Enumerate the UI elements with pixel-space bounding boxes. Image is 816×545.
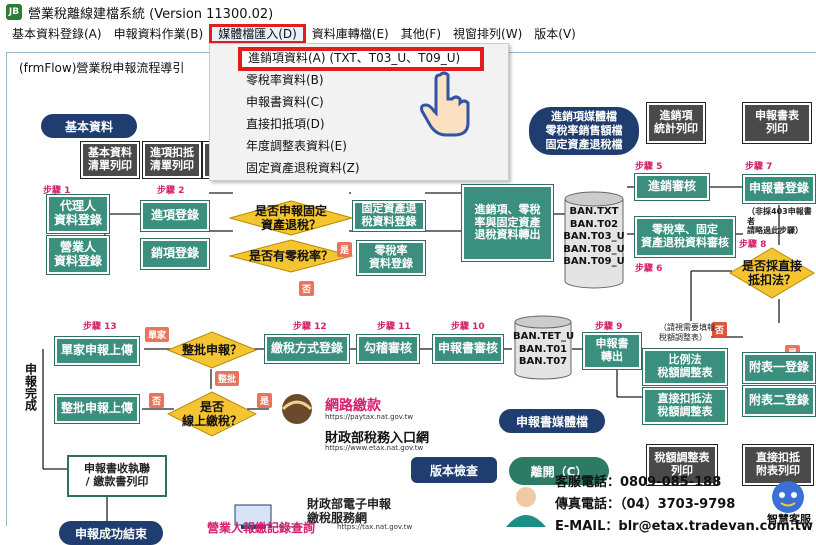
hand-pointer-icon — [418, 69, 478, 139]
done-header: 申報成功結束 — [59, 521, 163, 545]
menu-window-arrange[interactable]: 視窗排列(W) — [447, 24, 528, 44]
report-out-button[interactable]: 申報書 轉出 — [583, 333, 641, 369]
ratio-adjust-button[interactable]: 比例法 稅額調整表 — [643, 349, 727, 385]
side-label-done: 申報完成 — [23, 363, 38, 411]
batch-decision: 整批申報？ — [167, 331, 257, 369]
report-entry-button[interactable]: 申報書登錄 — [743, 175, 815, 203]
online-pay-decision: 是否 線上繳稅？ — [167, 391, 257, 437]
sales-entry-button[interactable]: 銷項登錄 — [141, 239, 209, 269]
single-upload-button[interactable]: 單家申報上傳 — [55, 337, 139, 365]
direct-adjust-button[interactable]: 直接扣抵法 稅額調整表 — [643, 388, 727, 424]
yes-tag-3: 是 — [257, 393, 273, 408]
batch-tag: 整批 — [215, 371, 240, 386]
dd-fixed-asset-item[interactable]: 固定資產退稅資料(Z) — [210, 157, 508, 179]
zero-rate-decision: 是否有零稅率？ — [229, 239, 353, 273]
menu-basic-data[interactable]: 基本資料登錄(A) — [6, 24, 108, 44]
menu-bar: 基本資料登錄(A) 申報資料作業(B) 媒體檔匯入(D) 資料庫轉檔(E) 其他… — [0, 24, 816, 44]
step-9-label: 步驟 9 — [595, 322, 623, 332]
purchase-entry-button[interactable]: 進項登錄 — [141, 201, 209, 231]
no-tag: 否 — [299, 281, 315, 296]
dd-sales-data-item[interactable]: 進銷項資料(A) (TXT、T03_U、T09_U) — [238, 47, 484, 71]
step-7-label: 步驟 7 — [745, 162, 773, 172]
paytax-link[interactable]: 網路繳款 — [325, 395, 381, 415]
direct-deduct-decision: 是否採直接 抵扣法？ — [729, 247, 815, 299]
report-media-header: 申報書媒體檔 — [499, 409, 605, 433]
yes-tag: 是 — [337, 242, 353, 257]
step-2-label: 步驟 2 — [157, 186, 185, 196]
receipt-print-button[interactable]: 申報書收執聯 / 繳款書列印 — [67, 455, 167, 497]
note-adjust: （請視需要填報 稅額調整表） — [659, 323, 715, 342]
zero-fixed-audit-button[interactable]: 零稅率、固定 資產退稅資料審核 — [635, 217, 735, 257]
report-audit-button[interactable]: 申報書審核 — [433, 335, 503, 363]
convert-out-button[interactable]: 進銷項、零稅 率與固定資產 退稅資料轉出 — [462, 185, 553, 261]
fax-number: 傳真電話：（04）3703-9798 — [555, 497, 736, 512]
step-12-label: 步驟 12 — [293, 322, 327, 332]
app-icon: JB — [6, 4, 22, 20]
window-title: 營業稅離線建檔系統 (Version 11300.02) — [28, 6, 274, 22]
frame-title: (frmFlow)營業稅申報流程導引 — [19, 61, 185, 75]
paytax-logo-icon[interactable] — [271, 391, 323, 427]
sales-stat-print-button[interactable]: 進銷項 統計列印 — [647, 103, 705, 143]
agent-entry-button[interactable]: 代理人 資料登錄 — [47, 195, 109, 233]
no-tag-3: 否 — [149, 393, 165, 408]
menu-version[interactable]: 版本(V) — [528, 24, 582, 44]
media-archive-header: 進銷項媒體檔 零稅率銷售額檔 固定資產退稅檔 — [529, 107, 639, 155]
basic-list-print-button[interactable]: 基本資料 清單列印 — [81, 142, 139, 178]
service-phone: 客服電話：0809-085-188 — [555, 475, 722, 490]
check-audit-button[interactable]: 勾稽審核 — [357, 335, 419, 363]
biz-entry-button[interactable]: 營業人 資料登錄 — [47, 236, 109, 274]
menu-report-data[interactable]: 申報資料作業(B) — [108, 24, 210, 44]
deduct-list-print-button[interactable]: 進項扣抵 清單列印 — [143, 142, 201, 178]
smart-service-bot-icon[interactable] — [763, 477, 813, 515]
basic-data-header: 基本資料 — [41, 114, 137, 138]
efile-link[interactable]: 財政部電子申報 繳稅服務網 — [307, 497, 391, 526]
attachment-1-button[interactable]: 附表一登錄 — [743, 353, 815, 383]
efile-url: https://tax.nat.gov.tw — [337, 523, 413, 531]
fixed-refund-entry-button[interactable]: 固定資產退 稅資料登錄 — [353, 201, 425, 231]
step-10-label: 步驟 10 — [451, 322, 485, 332]
mof-portal-url: https://www.etax.nat.gov.tw — [325, 444, 424, 452]
menu-media-import[interactable]: 媒體檔匯入(D) — [209, 24, 306, 44]
menu-other[interactable]: 其他(F) — [395, 24, 447, 44]
step-6-label: 步驟 6 — [635, 264, 663, 274]
sales-audit-button[interactable]: 進銷審核 — [635, 174, 709, 200]
step-13-label: 步驟 13 — [83, 322, 117, 332]
single-tag: 單家 — [145, 327, 170, 342]
menu-db-convert[interactable]: 資料庫轉檔(E) — [306, 24, 395, 44]
ban-files-cylinder: BAN.TXT BAN.T02 BAN.T03_U BAN.T08_U BAN.… — [563, 191, 625, 289]
attachment-2-button[interactable]: 附表二登錄 — [743, 386, 815, 416]
report-print-button[interactable]: 申報書表 列印 — [743, 103, 811, 143]
paytax-url: https://paytax.nat.gov.tw — [325, 413, 414, 421]
note-403: （非採403申報書者 請略過此步驟） — [747, 207, 812, 236]
step-11-label: 步驟 11 — [377, 322, 411, 332]
bottom-cut-link[interactable]: 營業人報繳記錄查詢 — [207, 519, 315, 536]
smart-service-link[interactable]: 智慧客服 — [767, 511, 811, 527]
zero-rate-entry-button[interactable]: 零稅率 資料登錄 — [357, 241, 425, 275]
support-person-icon — [503, 483, 549, 527]
title-bar: JB 營業稅離線建檔系統 (Version 11300.02) — [0, 0, 816, 24]
step-5-label: 步驟 5 — [635, 162, 663, 172]
fixed-asset-decision: 是否申報固定 資產退稅？ — [229, 200, 353, 236]
pay-method-entry-button[interactable]: 繳稅方式登錄 — [265, 335, 349, 363]
batch-upload-button[interactable]: 整批申報上傳 — [55, 395, 139, 423]
ban-tet-cylinder: BAN.TET_U BAN.T01 BAN.T07 — [513, 315, 574, 381]
version-check-button[interactable]: 版本檢查 — [411, 457, 497, 483]
